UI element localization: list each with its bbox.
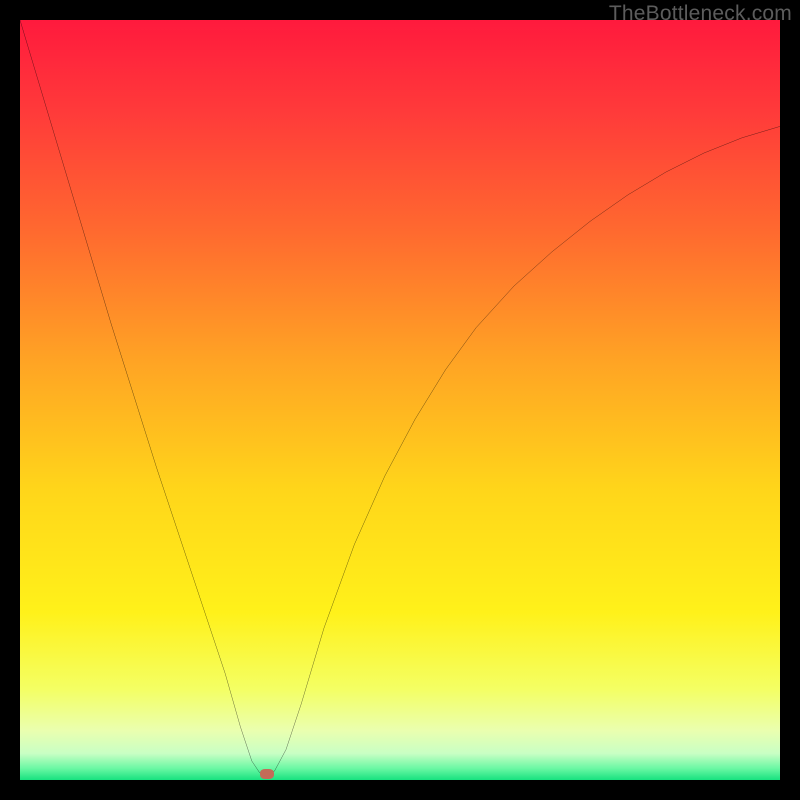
plot-area xyxy=(20,20,780,780)
watermark-label: TheBottleneck.com xyxy=(609,2,792,26)
curve-layer xyxy=(20,20,780,780)
optimal-point-marker xyxy=(260,769,274,779)
chart-stage: TheBottleneck.com xyxy=(0,0,800,800)
bottleneck-curve xyxy=(20,20,780,776)
